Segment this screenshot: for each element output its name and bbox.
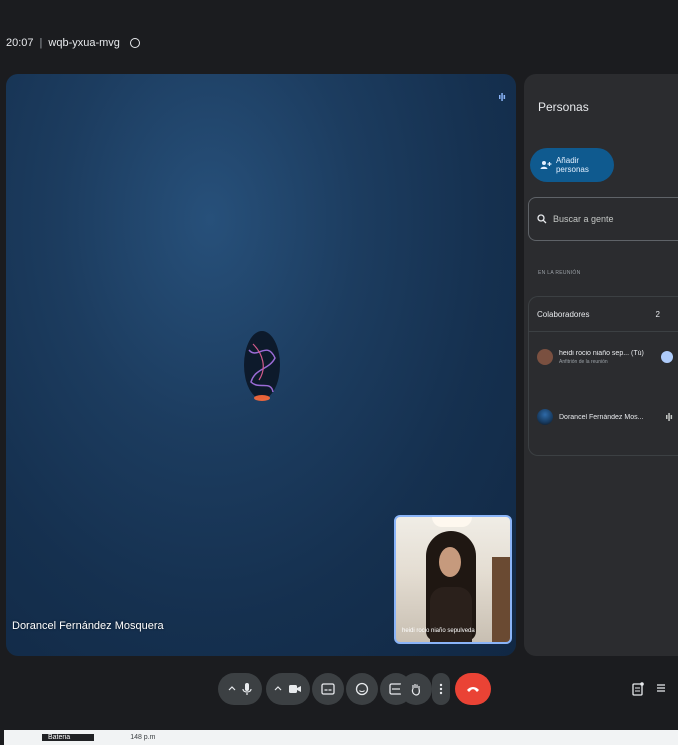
taskbar-strip: Bateria 148 p.m	[4, 730, 678, 745]
self-view-tile[interactable]: heidi rocio niaño sepulveda	[394, 515, 512, 644]
participant-role: Anfitrión de la reunión	[559, 358, 608, 365]
chevron-up-icon	[228, 686, 236, 691]
participant-meta: Dorancel Fernández Mos...	[559, 414, 659, 421]
meeting-time: 20:07	[6, 37, 34, 49]
participant-row[interactable]: heidi rocio niaño sep... (Tú) Anfitrión …	[537, 349, 673, 365]
more-options-button[interactable]	[432, 673, 450, 705]
meeting-code: wqb-yxua-mvg	[48, 37, 120, 49]
presenter-avatar	[244, 331, 280, 401]
self-video-body	[430, 587, 472, 642]
people-panel: Personas Añadir personas Buscar a gente …	[524, 74, 678, 656]
microphone-button[interactable]	[218, 673, 262, 705]
leave-call-button[interactable]	[455, 673, 491, 705]
taskbar-battery-label: Bateria	[42, 734, 95, 741]
hang-up-icon	[467, 687, 479, 692]
captions-button[interactable]	[312, 673, 344, 705]
presenter-name: Dorancel Fernández Mosquera	[12, 620, 164, 632]
contributors-title: Colaboradores	[537, 309, 590, 319]
hand-icon	[411, 684, 420, 696]
meeting-controls	[0, 668, 678, 712]
taskbar-time-label: 148 p.m	[130, 734, 156, 741]
emoji-icon	[355, 682, 369, 696]
avatar	[537, 349, 553, 365]
background-door	[492, 557, 510, 642]
add-people-label: Añadir personas	[555, 156, 589, 174]
avatar	[537, 409, 553, 425]
in-meeting-label: EN LA REUNIÓN	[538, 270, 581, 276]
self-video-face	[439, 547, 461, 577]
captions-icon	[321, 683, 335, 695]
audio-level-icon	[661, 351, 673, 363]
chevron-up-icon	[274, 686, 282, 691]
contributors-count: 2	[655, 309, 660, 319]
participant-row[interactable]: Dorancel Fernández Mos...	[537, 409, 673, 425]
participant-name: Dorancel Fernández Mos...	[559, 413, 644, 421]
people-list-icon[interactable]	[656, 682, 666, 694]
search-icon	[537, 214, 547, 224]
add-person-icon	[540, 161, 552, 169]
meeting-separator: |	[39, 37, 43, 49]
meeting-details-icon[interactable]	[129, 38, 140, 48]
search-people-field[interactable]: Buscar a gente	[528, 197, 678, 241]
more-vert-icon	[439, 683, 443, 695]
contributors-header[interactable]: Colaboradores 2	[529, 297, 678, 332]
camera-icon	[289, 685, 301, 693]
contributors-group: Colaboradores 2 heidi rocio niaño sep...…	[528, 296, 678, 456]
raise-hand-button[interactable]	[400, 673, 432, 705]
panel-title: Personas	[538, 100, 589, 114]
speaking-indicator-icon	[499, 93, 506, 101]
ceiling-light	[432, 517, 472, 527]
reactions-button[interactable]	[346, 673, 378, 705]
camera-button[interactable]	[266, 673, 310, 705]
speaking-indicator-icon	[666, 413, 673, 421]
search-placeholder: Buscar a gente	[553, 214, 614, 224]
meeting-info-bar: 20:07 | wqb-yxua-mvg	[0, 28, 678, 58]
microphone-icon	[242, 683, 252, 695]
add-people-button[interactable]: Añadir personas	[530, 148, 614, 182]
self-view-name: heidi rocio niaño sepulveda	[402, 628, 475, 634]
participant-meta: heidi rocio niaño sep... (Tú) Anfitrión …	[559, 350, 655, 365]
meeting-info-icon[interactable]	[632, 682, 644, 696]
participant-name: heidi rocio niaño sep... (Tú)	[559, 349, 644, 357]
